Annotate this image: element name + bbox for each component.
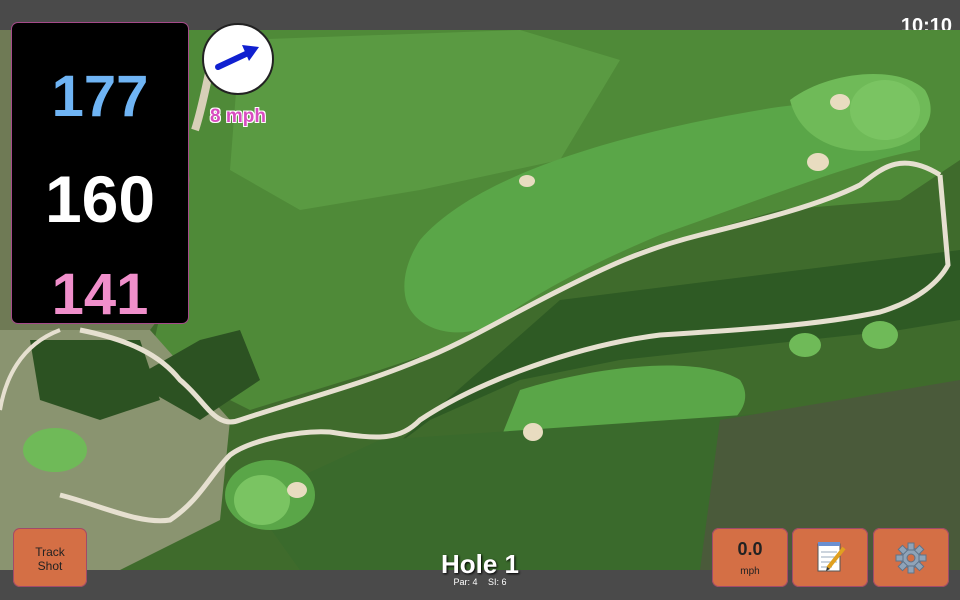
track-shot-label-line2: Shot: [37, 559, 63, 573]
notepad-icon: [817, 542, 846, 572]
track-shot-label-line1: Track: [35, 545, 65, 559]
wind-arrow-icon: [215, 45, 259, 70]
wind-indicator: [202, 23, 274, 95]
hole-info: Par: 4 SI: 6: [400, 577, 560, 587]
hole-stroke-index: SI: 6: [488, 577, 507, 587]
gear-icon: [895, 542, 927, 574]
distance-front: 141: [51, 262, 149, 327]
speed-button[interactable]: 0.0 mph: [712, 528, 788, 587]
notes-button[interactable]: [792, 528, 868, 587]
track-shot-button[interactable]: Track Shot: [13, 528, 87, 587]
distance-back: 177: [51, 64, 149, 129]
distance-middle: 160: [44, 162, 156, 236]
hole-title: Hole 1: [440, 549, 520, 579]
speed-value: 0.0: [737, 539, 763, 559]
wind-speed: 8 mph: [210, 106, 266, 127]
speed-unit: mph: [740, 566, 760, 577]
settings-button[interactable]: [873, 528, 949, 587]
hole-par: Par: 4: [453, 577, 478, 587]
distance-panel: 177 160 141: [12, 23, 188, 327]
